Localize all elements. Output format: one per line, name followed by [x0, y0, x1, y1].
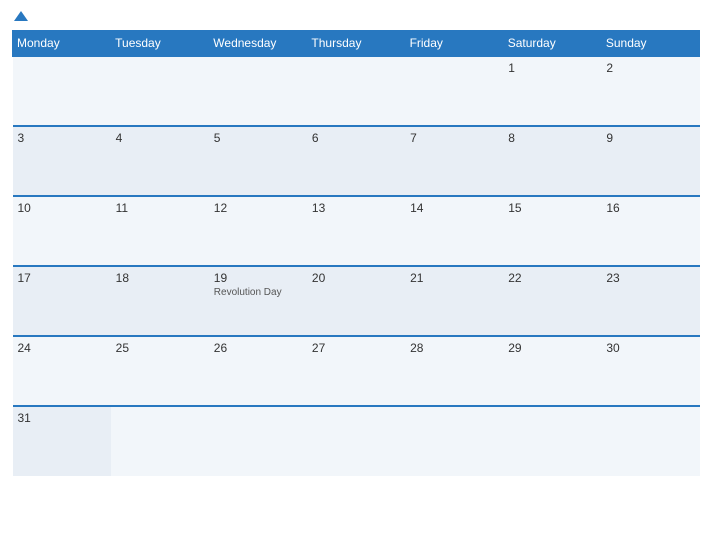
date-number: 9	[606, 131, 694, 145]
calendar-cell: 28	[405, 336, 503, 406]
calendar-cell: 25	[111, 336, 209, 406]
calendar-cell: 22	[503, 266, 601, 336]
date-number: 4	[116, 131, 204, 145]
calendar-week-row: 3456789	[13, 126, 700, 196]
calendar-week-row: 17 18 19 Revolution Day 20 21 22 23	[13, 266, 700, 336]
date-number: 26	[214, 341, 302, 355]
date-number: 6	[312, 131, 400, 145]
date-number: 20	[312, 271, 400, 285]
date-number: 28	[410, 341, 498, 355]
date-number: 30	[606, 341, 694, 355]
calendar-table: MondayTuesdayWednesdayThursdayFridaySatu…	[12, 30, 700, 476]
calendar-cell: 31	[13, 406, 111, 476]
calendar-cell: 11	[111, 196, 209, 266]
calendar-cell: 7	[405, 126, 503, 196]
date-number: 13	[312, 201, 400, 215]
calendar-cell: 21	[405, 266, 503, 336]
calendar-cell	[601, 406, 699, 476]
calendar-cell: 17	[13, 266, 111, 336]
calendar-cell: 19 Revolution Day	[209, 266, 307, 336]
weekday-thursday: Thursday	[307, 31, 405, 57]
calendar-cell: 20	[307, 266, 405, 336]
calendar-cell: 9	[601, 126, 699, 196]
calendar-cell	[503, 406, 601, 476]
calendar-cell: 14	[405, 196, 503, 266]
date-number: 27	[312, 341, 400, 355]
calendar-cell: 18	[111, 266, 209, 336]
calendar-cell: 4	[111, 126, 209, 196]
calendar-cell: 12	[209, 196, 307, 266]
calendar-cell: 1	[503, 56, 601, 126]
calendar-week-row: 12	[13, 56, 700, 126]
calendar-cell: 8	[503, 126, 601, 196]
weekday-sunday: Sunday	[601, 31, 699, 57]
calendar-wrapper: MondayTuesdayWednesdayThursdayFridaySatu…	[0, 0, 712, 550]
weekday-header-row: MondayTuesdayWednesdayThursdayFridaySatu…	[13, 31, 700, 57]
date-number: 22	[508, 271, 596, 285]
date-number: 1	[508, 61, 596, 75]
date-number: 24	[18, 341, 106, 355]
date-number: 12	[214, 201, 302, 215]
date-number: 17	[18, 271, 106, 285]
date-number: 29	[508, 341, 596, 355]
date-number: 14	[410, 201, 498, 215]
date-number: 2	[606, 61, 694, 75]
calendar-cell: 10	[13, 196, 111, 266]
date-number: 15	[508, 201, 596, 215]
calendar-cell: 13	[307, 196, 405, 266]
calendar-cell: 26	[209, 336, 307, 406]
calendar-cell: 3	[13, 126, 111, 196]
calendar-cell	[209, 56, 307, 126]
weekday-wednesday: Wednesday	[209, 31, 307, 57]
calendar-cell: 6	[307, 126, 405, 196]
date-number: 7	[410, 131, 498, 145]
calendar-cell	[307, 56, 405, 126]
date-number: 31	[18, 411, 106, 425]
calendar-cell	[111, 56, 209, 126]
calendar-cell: 15	[503, 196, 601, 266]
date-number: 21	[410, 271, 498, 285]
date-number: 8	[508, 131, 596, 145]
date-number: 5	[214, 131, 302, 145]
calendar-cell: 27	[307, 336, 405, 406]
date-number: 23	[606, 271, 694, 285]
date-number: 3	[18, 131, 106, 145]
calendar-cell: 16	[601, 196, 699, 266]
calendar-cell	[111, 406, 209, 476]
weekday-friday: Friday	[405, 31, 503, 57]
date-number: 11	[116, 201, 204, 215]
calendar-week-row: 10 11 12 13 14 15 16	[13, 196, 700, 266]
calendar-week-row: 31	[13, 406, 700, 476]
calendar-cell: 30	[601, 336, 699, 406]
logo	[12, 10, 28, 24]
calendar-week-row: 24 25 26 27 28 29 30	[13, 336, 700, 406]
calendar-cell: 24	[13, 336, 111, 406]
weekday-tuesday: Tuesday	[111, 31, 209, 57]
date-number: 18	[116, 271, 204, 285]
logo-triangle-icon	[14, 11, 28, 21]
calendar-header	[12, 10, 700, 24]
calendar-cell	[307, 406, 405, 476]
date-number: 25	[116, 341, 204, 355]
date-number: 16	[606, 201, 694, 215]
calendar-cell	[405, 406, 503, 476]
calendar-cell: 29	[503, 336, 601, 406]
calendar-cell: 23	[601, 266, 699, 336]
date-number: 19	[214, 271, 302, 285]
date-number: 10	[18, 201, 106, 215]
calendar-cell	[405, 56, 503, 126]
holiday-label: Revolution Day	[214, 287, 302, 298]
calendar-cell: 5	[209, 126, 307, 196]
calendar-cell: 2	[601, 56, 699, 126]
calendar-cell	[209, 406, 307, 476]
calendar-cell	[13, 56, 111, 126]
weekday-saturday: Saturday	[503, 31, 601, 57]
weekday-monday: Monday	[13, 31, 111, 57]
